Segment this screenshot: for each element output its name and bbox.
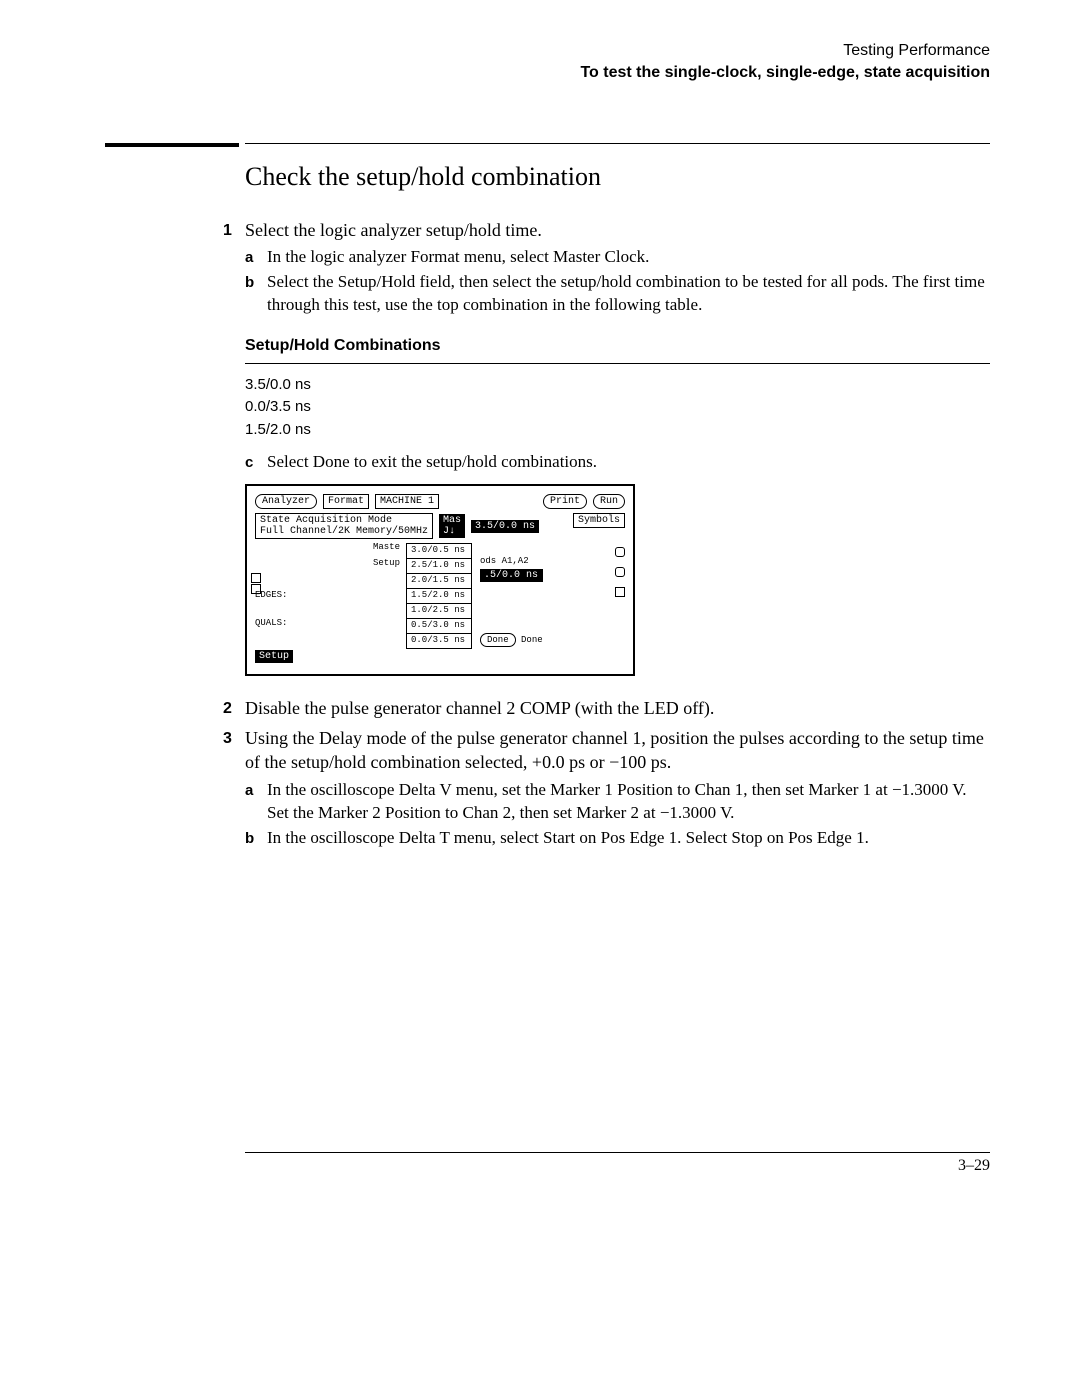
scroll-handle (615, 547, 625, 557)
step3a-text: In the oscilloscope Delta V menu, set th… (267, 779, 990, 825)
step1a: a In the logic analyzer Format menu, sel… (245, 246, 990, 269)
menu-item: 2.5/1.0 ns (407, 559, 471, 574)
step3b: b In the oscilloscope Delta T menu, sele… (245, 827, 990, 850)
thin-rule-1 (245, 363, 990, 364)
setup-side-label: Setup (255, 559, 400, 569)
done-pill-1: Done (480, 633, 516, 647)
table-title: Setup/Hold Combinations (245, 335, 990, 357)
clock-box (251, 573, 261, 583)
quals-label: QUALS: (255, 619, 400, 629)
step-1: 1 Select the logic analyzer setup/hold t… (245, 218, 990, 690)
step2-text: Disable the pulse generator channel 2 CO… (245, 696, 990, 720)
section-title: Check the setup/hold combination (245, 162, 990, 192)
scroll-handle (615, 587, 625, 597)
step1c-label: c (245, 453, 267, 474)
combos-list: 3.5/0.0 ns 0.0/3.5 ns 1.5/2.0 ns (245, 374, 990, 442)
menu-item: 0.5/3.0 ns (407, 619, 471, 634)
step-num-3: 3 (223, 728, 245, 851)
step1b-text: Select the Setup/Hold field, then select… (267, 271, 990, 317)
step-3: 3 Using the Delay mode of the pulse gene… (245, 726, 990, 851)
scroll-handle (615, 567, 625, 577)
step1b-label: b (245, 273, 267, 317)
done-text-2: Done (521, 635, 543, 645)
machine-box: MACHINE 1 (375, 494, 439, 509)
footer-rule (245, 1152, 990, 1153)
mas-box: Mas J↓ (439, 514, 465, 538)
combo-0: 3.5/0.0 ns (245, 374, 990, 397)
clock-box (251, 584, 261, 594)
step1a-text: In the logic analyzer Format menu, selec… (267, 246, 990, 269)
combo-2: 1.5/2.0 ns (245, 419, 990, 442)
hl-box: .5/0.0 ns (480, 569, 543, 582)
setup-black: Setup (255, 650, 293, 663)
analyzer-screenshot: Analyzer Format MACHINE 1 Print Run Stat… (245, 484, 635, 676)
step3b-text: In the oscilloscope Delta T menu, select… (267, 827, 990, 850)
step1c: c Select Done to exit the setup/hold com… (245, 451, 990, 474)
step-2: 2 Disable the pulse generator channel 2 … (245, 696, 990, 720)
page-header: Testing Performance To test the single-c… (90, 40, 990, 83)
jdown-text: J↓ (443, 526, 455, 537)
menu-item: 1.5/2.0 ns (407, 589, 471, 604)
step1a-label: a (245, 248, 267, 269)
mode-box: State Acquisition Mode Full Channel/2K M… (255, 513, 433, 539)
sel-box: 3.5/0.0 ns (471, 520, 539, 533)
step1c-text: Select Done to exit the setup/hold combi… (267, 451, 990, 474)
menu-item: 2.0/1.5 ns (407, 574, 471, 589)
step-num-1: 1 (223, 220, 245, 690)
step1b: b Select the Setup/Hold field, then sele… (245, 271, 990, 317)
setup-hold-menu: 3.0/0.5 ns 2.5/1.0 ns 2.0/1.5 ns 1.5/2.0… (406, 543, 472, 648)
step3b-label: b (245, 829, 267, 850)
mas-text: Mas (443, 515, 461, 526)
step-num-2: 2 (223, 698, 245, 720)
heavy-rule (105, 143, 239, 147)
mode-line1: State Acquisition Mode (260, 515, 428, 526)
analyzer-pill: Analyzer (255, 494, 317, 509)
page-number: 3–29 (245, 1157, 990, 1175)
format-box: Format (323, 494, 369, 509)
header-line2: To test the single-clock, single-edge, s… (90, 62, 990, 84)
print-pill: Print (543, 494, 587, 509)
maste-label: Maste (255, 543, 400, 553)
menu-item: 1.0/2.5 ns (407, 604, 471, 619)
menu-item: 3.0/0.5 ns (407, 544, 471, 559)
step3-text: Using the Delay mode of the pulse genera… (245, 726, 990, 775)
edges-label: EDGES: (255, 591, 400, 601)
menu-item: 0.0/3.5 ns (407, 634, 471, 648)
step1-text: Select the logic analyzer setup/hold tim… (245, 218, 990, 242)
step3a-label: a (245, 781, 267, 825)
run-pill: Run (593, 494, 625, 509)
header-line1: Testing Performance (90, 40, 990, 62)
step3a: a In the oscilloscope Delta V menu, set … (245, 779, 990, 825)
mode-line2: Full Channel/2K Memory/50MHz (260, 526, 428, 537)
pods-label: ods A1,A2 (480, 557, 543, 567)
combo-1: 0.0/3.5 ns (245, 396, 990, 419)
top-rule (245, 143, 990, 144)
symbols-box: Symbols (573, 513, 625, 528)
